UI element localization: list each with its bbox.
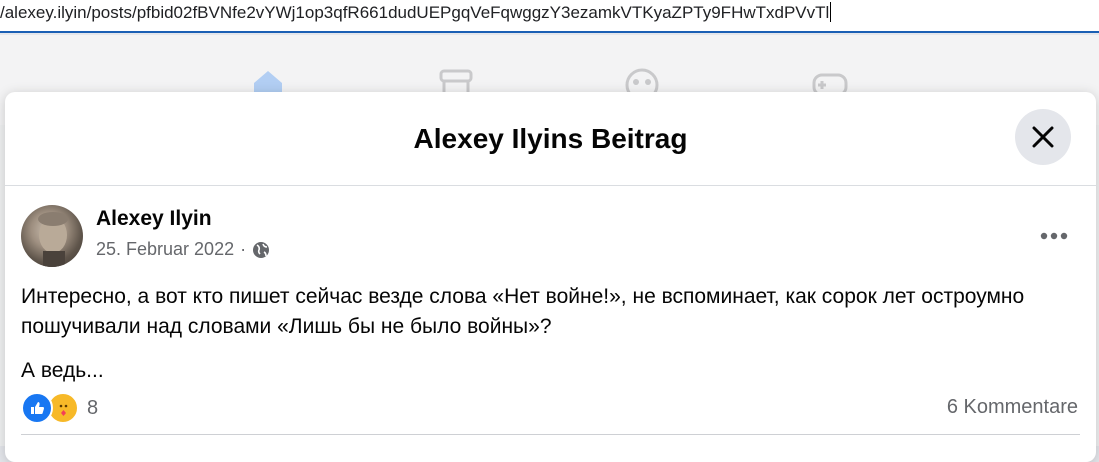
more-dots-icon — [1040, 232, 1068, 240]
post-date[interactable]: 25. Februar 2022 — [96, 239, 234, 260]
meta-separator: · — [240, 239, 247, 259]
close-button[interactable] — [1015, 109, 1071, 165]
post-meta: 25. Februar 2022 · — [96, 239, 270, 260]
address-bar[interactable]: /alexey.ilyin/posts/pfbid02fBVNfe2vYWj1o… — [0, 0, 1099, 33]
close-icon — [1032, 126, 1054, 148]
globe-icon — [253, 241, 270, 258]
comments-count-link[interactable]: 6 Kommentare — [947, 396, 1078, 419]
post-paragraph: Интересно, а вот кто пишет сейчас везде … — [21, 285, 1025, 338]
text-caret — [830, 2, 832, 22]
dialog-header: Alexey Ilyins Beitrag — [5, 92, 1096, 186]
post-body: Интересно, а вот кто пишет сейчас везде … — [21, 282, 1071, 400]
like-reaction-icon — [21, 392, 53, 424]
reaction-count: 8 — [87, 396, 99, 419]
post-dialog: Alexey Ilyins Beitrag Alexey Ilyin 25. F… — [5, 92, 1096, 462]
author-name[interactable]: Alexey Ilyin — [96, 207, 212, 231]
dialog-title: Alexey Ilyins Beitrag — [413, 123, 688, 154]
url-value: /alexey.ilyin/posts/pfbid02fBVNfe2vYWj1o… — [0, 3, 830, 22]
url-text[interactable]: /alexey.ilyin/posts/pfbid02fBVNfe2vYWj1o… — [0, 2, 832, 23]
post-paragraph: А ведь... — [21, 359, 104, 382]
reactions-summary[interactable]: 8 — [21, 392, 98, 424]
more-options-button[interactable] — [1034, 216, 1074, 256]
avatar[interactable] — [21, 205, 83, 267]
divider — [21, 434, 1080, 435]
